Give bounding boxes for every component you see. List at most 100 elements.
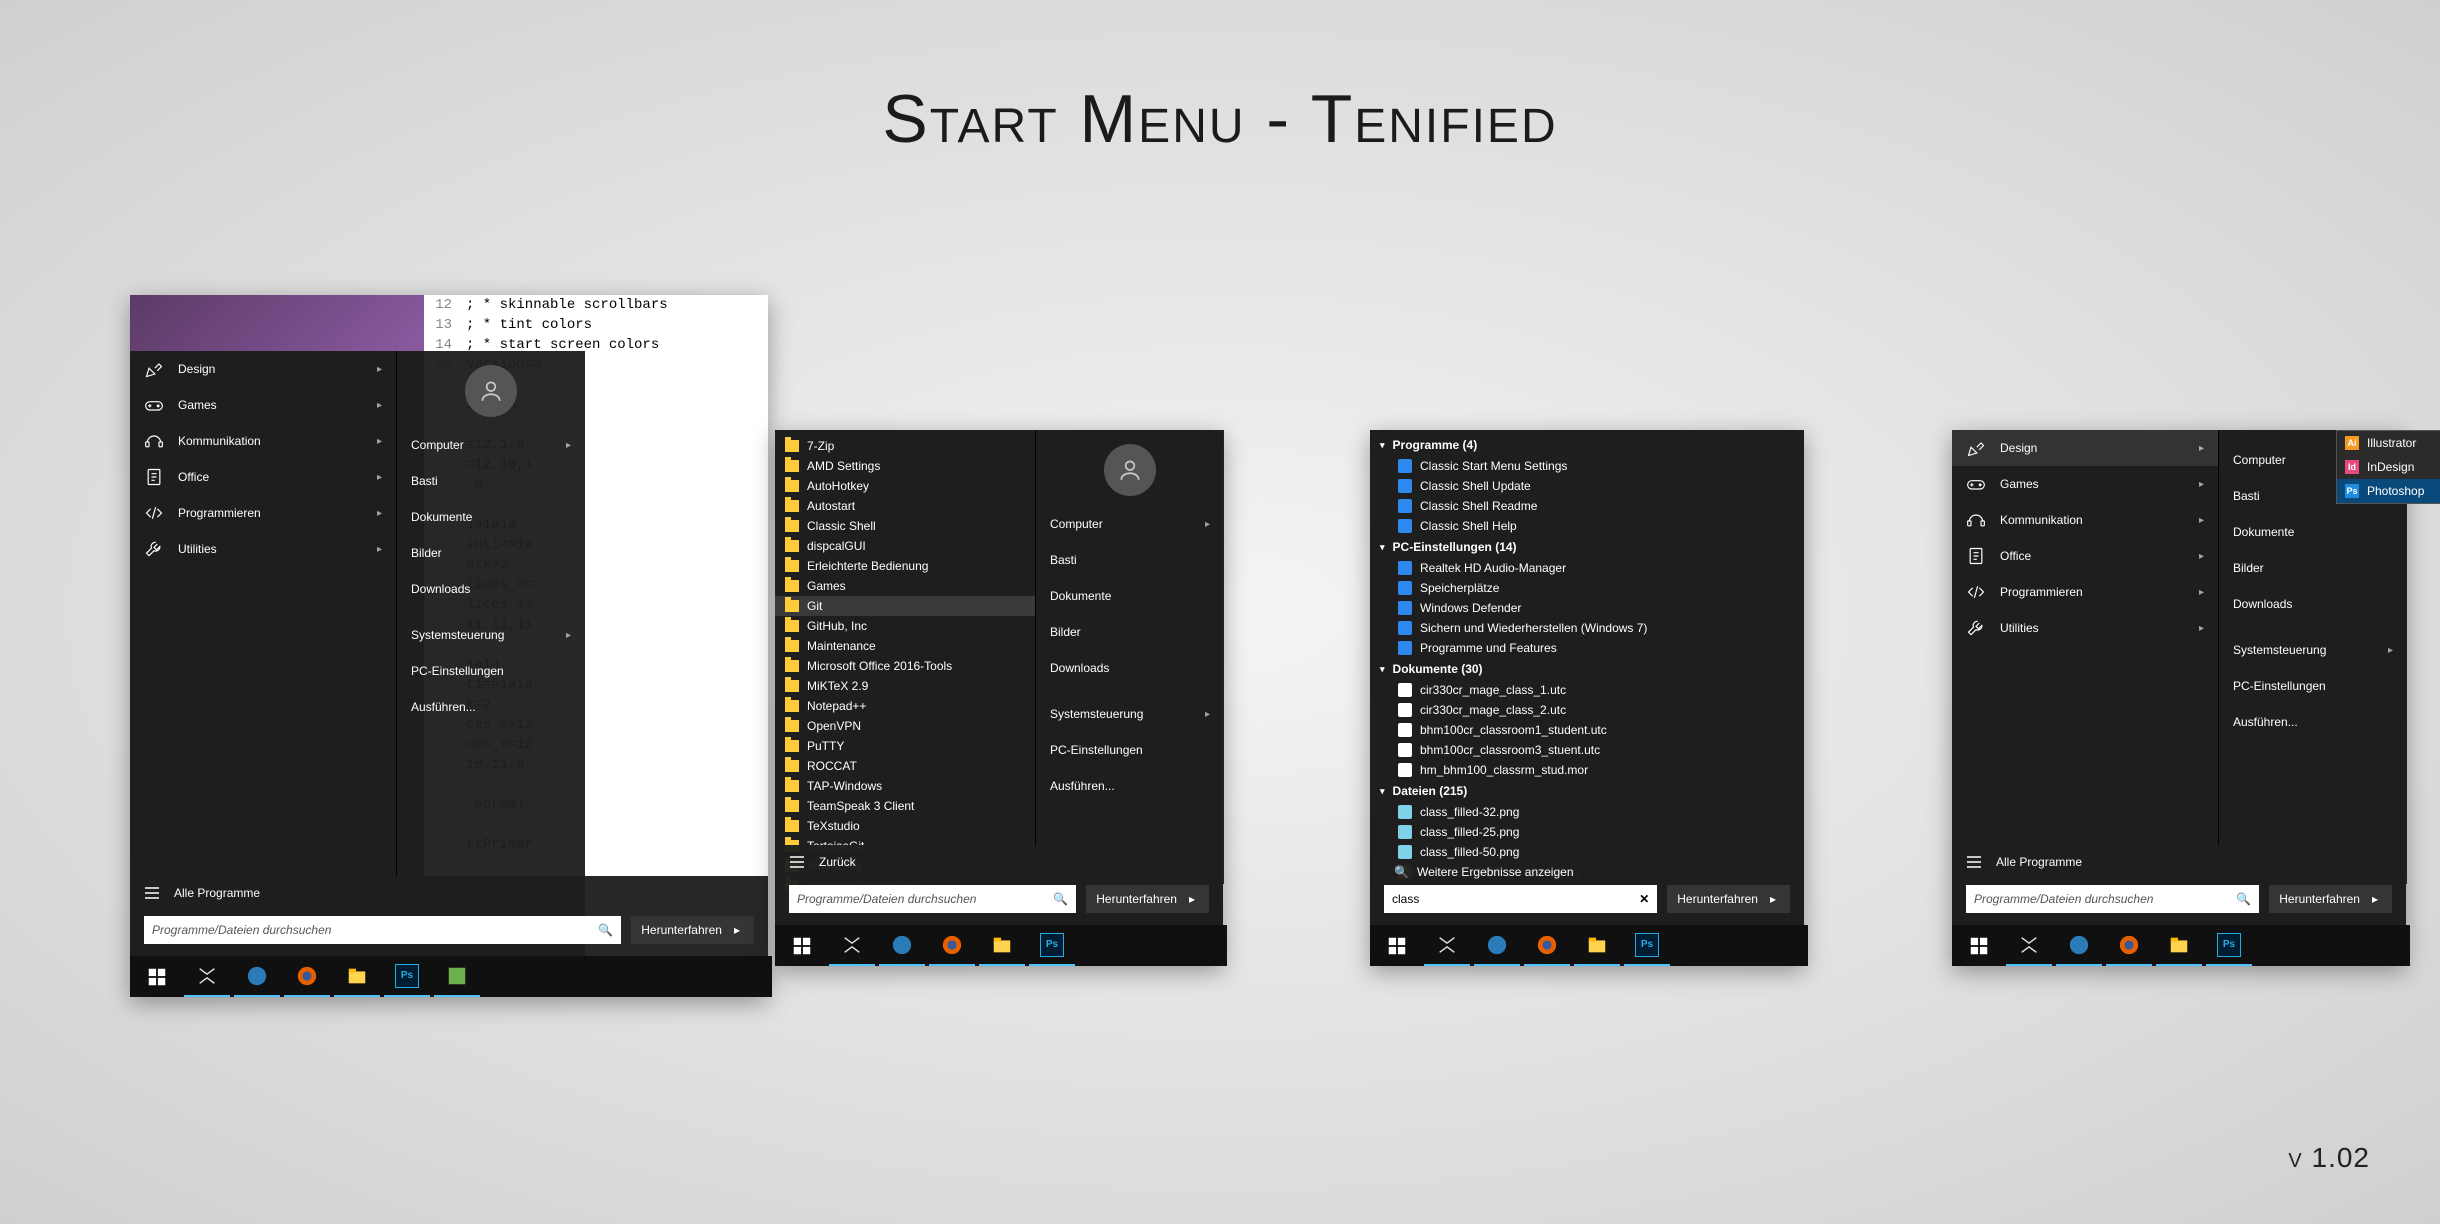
link-systemsteuerung[interactable]: Systemsteuerung▸ <box>397 617 585 653</box>
category-utilities[interactable]: Utilities▸ <box>130 531 396 567</box>
program-item[interactable]: ROCCAT <box>775 756 1035 776</box>
category-games[interactable]: Games▸ <box>1952 466 2218 502</box>
program-item[interactable]: PuTTY <box>775 736 1035 756</box>
category-design[interactable]: Design▸ <box>130 351 396 387</box>
thunderbird-icon[interactable] <box>2056 925 2102 966</box>
link-systemsteuerung[interactable]: Systemsteuerung▸ <box>1036 696 1224 732</box>
category-office[interactable]: Office▸ <box>1952 538 2218 574</box>
program-item[interactable]: Maintenance <box>775 636 1035 656</box>
chevron-right-icon[interactable]: ▸ <box>2368 892 2382 906</box>
link-ausfhren[interactable]: Ausführen... <box>1036 768 1224 804</box>
link-pceinstellungen[interactable]: PC-Einstellungen <box>2219 668 2407 704</box>
search-input[interactable]: Programme/Dateien durchsuchen 🔍 <box>144 916 621 944</box>
category-kommunikation[interactable]: Kommunikation▸ <box>1952 502 2218 538</box>
search-result-item[interactable]: Classic Shell Readme <box>1370 496 1804 516</box>
photoshop-icon[interactable]: Ps <box>2206 925 2252 966</box>
result-group-header[interactable]: ▾PC-Einstellungen (14) <box>1370 536 1804 558</box>
shutdown-button[interactable]: Herunterfahren ▸ <box>1667 885 1790 913</box>
link-bilder[interactable]: Bilder <box>2219 550 2407 586</box>
result-group-header[interactable]: ▾Programme (4) <box>1370 434 1804 456</box>
link-pceinstellungen[interactable]: PC-Einstellungen <box>1036 732 1224 768</box>
link-downloads[interactable]: Downloads <box>1036 650 1224 686</box>
result-group-header[interactable]: ▾Dokumente (30) <box>1370 658 1804 680</box>
search-result-item[interactable]: class_filled-25.png <box>1370 822 1804 842</box>
start-icon[interactable] <box>1956 925 2002 966</box>
result-group-header[interactable]: ▾Dateien (215) <box>1370 780 1804 802</box>
chevron-right-icon[interactable]: ▸ <box>1185 892 1199 906</box>
category-office[interactable]: Office▸ <box>130 459 396 495</box>
link-ausfhren[interactable]: Ausführen... <box>2219 704 2407 740</box>
user-avatar[interactable] <box>1104 444 1156 496</box>
back-button[interactable]: Zurück <box>789 845 1209 879</box>
program-item[interactable]: Erleichterte Bedienung <box>775 556 1035 576</box>
search-input[interactable]: class ✕ <box>1384 885 1657 913</box>
shutdown-button[interactable]: Herunterfahren ▸ <box>2269 885 2392 913</box>
flyout-item-illustrator[interactable]: AiIllustrator <box>2337 431 2440 455</box>
shutdown-button[interactable]: Herunterfahren ▸ <box>631 916 754 944</box>
program-item[interactable]: 7-Zip <box>775 436 1035 456</box>
foobar-icon[interactable] <box>184 956 230 997</box>
link-pceinstellungen[interactable]: PC-Einstellungen <box>397 653 585 689</box>
search-result-item[interactable]: bhm100cr_classroom3_stuent.utc <box>1370 740 1804 760</box>
photoshop-icon[interactable]: Ps <box>1029 925 1075 966</box>
firefox-icon[interactable] <box>929 925 975 966</box>
firefox-icon[interactable] <box>1524 925 1570 966</box>
flyout-item-indesign[interactable]: IdInDesign <box>2337 455 2440 479</box>
program-item[interactable]: Microsoft Office 2016-Tools <box>775 656 1035 676</box>
search-result-item[interactable]: Classic Shell Help <box>1370 516 1804 536</box>
program-item[interactable]: Notepad++ <box>775 696 1035 716</box>
program-item[interactable]: Autostart <box>775 496 1035 516</box>
program-item[interactable]: AMD Settings <box>775 456 1035 476</box>
chevron-right-icon[interactable]: ▸ <box>1766 892 1780 906</box>
search-result-item[interactable]: bhm100cr_classroom1_student.utc <box>1370 720 1804 740</box>
category-utilities[interactable]: Utilities▸ <box>1952 610 2218 646</box>
search-result-item[interactable]: Programme und Features <box>1370 638 1804 658</box>
all-programs-button[interactable]: Alle Programme <box>144 876 754 910</box>
search-result-item[interactable]: Classic Start Menu Settings <box>1370 456 1804 476</box>
explorer-icon[interactable] <box>1574 925 1620 966</box>
photoshop-icon[interactable]: Ps <box>384 956 430 997</box>
link-dokumente[interactable]: Dokumente <box>1036 578 1224 614</box>
chevron-right-icon[interactable]: ▸ <box>730 923 744 937</box>
user-avatar[interactable] <box>465 365 517 417</box>
search-result-item[interactable]: cir330cr_mage_class_2.utc <box>1370 700 1804 720</box>
program-item[interactable]: TeXstudio <box>775 816 1035 836</box>
start-icon[interactable] <box>1374 925 1420 966</box>
thunderbird-icon[interactable] <box>1474 925 1520 966</box>
start-icon[interactable] <box>779 925 825 966</box>
link-basti[interactable]: Basti <box>397 463 585 499</box>
search-result-item[interactable]: hm_bhm100_classrm_stud.mor <box>1370 760 1804 780</box>
thunderbird-icon[interactable] <box>879 925 925 966</box>
link-dokumente[interactable]: Dokumente <box>397 499 585 535</box>
clear-search-icon[interactable]: ✕ <box>1639 892 1649 906</box>
search-result-item[interactable]: class_filled-32.png <box>1370 802 1804 822</box>
all-programs-button[interactable]: Alle Programme <box>1966 845 2392 879</box>
photoshop-icon[interactable]: Ps <box>1624 925 1670 966</box>
foobar-icon[interactable] <box>2006 925 2052 966</box>
search-result-item[interactable]: Classic Shell Update <box>1370 476 1804 496</box>
program-item[interactable]: Git <box>775 596 1035 616</box>
explorer-icon[interactable] <box>334 956 380 997</box>
firefox-icon[interactable] <box>284 956 330 997</box>
explorer-icon[interactable] <box>2156 925 2202 966</box>
search-result-item[interactable]: class_filled-50.png <box>1370 842 1804 862</box>
program-item[interactable]: GitHub, Inc <box>775 616 1035 636</box>
category-programmieren[interactable]: Programmieren▸ <box>130 495 396 531</box>
link-dokumente[interactable]: Dokumente <box>2219 514 2407 550</box>
foobar-icon[interactable] <box>1424 925 1470 966</box>
category-design[interactable]: Design▸ <box>1952 430 2218 466</box>
search-result-item[interactable]: Sichern und Wiederherstellen (Windows 7) <box>1370 618 1804 638</box>
program-item[interactable]: OpenVPN <box>775 716 1035 736</box>
start-icon[interactable] <box>134 956 180 997</box>
link-systemsteuerung[interactable]: Systemsteuerung▸ <box>2219 632 2407 668</box>
search-input[interactable]: Programme/Dateien durchsuchen 🔍 <box>789 885 1076 913</box>
foobar-icon[interactable] <box>829 925 875 966</box>
link-ausfhren[interactable]: Ausführen... <box>397 689 585 725</box>
explorer-icon[interactable] <box>979 925 1025 966</box>
search-result-item[interactable]: Realtek HD Audio-Manager <box>1370 558 1804 578</box>
category-kommunikation[interactable]: Kommunikation▸ <box>130 423 396 459</box>
link-computer[interactable]: Computer▸ <box>1036 506 1224 542</box>
program-item[interactable]: dispcalGUI <box>775 536 1035 556</box>
search-result-item[interactable]: Speicherplätze <box>1370 578 1804 598</box>
thunderbird-icon[interactable] <box>234 956 280 997</box>
